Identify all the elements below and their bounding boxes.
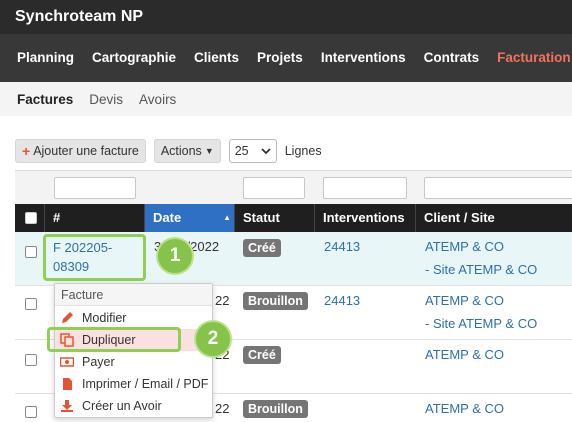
file-icon	[60, 377, 74, 391]
subnav-devis[interactable]: Devis	[89, 92, 123, 107]
step-marker-2: 2	[196, 322, 230, 356]
status-badge: Brouillon	[243, 292, 308, 310]
filter-number-input[interactable]	[54, 177, 136, 199]
toolbar: + Ajouter une facture Actions ▼ 25 Ligne…	[15, 139, 322, 163]
chevron-down-icon	[261, 148, 271, 155]
filter-client-input[interactable]	[424, 177, 572, 199]
site-link[interactable]: - Site ATEMP & CO	[425, 316, 537, 331]
plus-icon: +	[22, 143, 31, 159]
invoice-date: 22	[215, 293, 230, 308]
client-link[interactable]: ATEMP & CO	[425, 347, 504, 362]
add-invoice-button[interactable]: + Ajouter une facture	[15, 139, 146, 163]
nav-cartographie[interactable]: Cartographie	[83, 34, 185, 82]
menu-item-label: Créer un Avoir	[82, 399, 162, 413]
column-status[interactable]: Statut	[235, 204, 315, 232]
menu-item-payer[interactable]: Payer	[55, 351, 212, 373]
site-link[interactable]: - Site ATEMP & CO	[425, 262, 537, 277]
menu-item-imprimer[interactable]: Imprimer / Email / PDF	[55, 373, 212, 395]
actions-label: Actions	[160, 144, 202, 158]
nav-planning[interactable]: Planning	[8, 34, 83, 82]
client-link[interactable]: ATEMP & CO	[425, 293, 504, 308]
intervention-link[interactable]: 24413	[324, 239, 360, 254]
nav-interventions[interactable]: Interventions	[312, 34, 415, 82]
column-number[interactable]: #	[45, 204, 145, 232]
download-icon	[60, 399, 74, 413]
money-icon	[59, 355, 75, 369]
column-date[interactable]: Date ▲	[145, 204, 235, 232]
subnav-factures[interactable]: Factures	[17, 92, 73, 107]
menu-item-modifier[interactable]: Modifier	[55, 307, 212, 329]
sort-ascending-icon: ▲	[223, 213, 231, 222]
column-client-site[interactable]: Client / Site	[416, 204, 572, 232]
step-marker-1: 1	[158, 239, 192, 273]
nav-contrats[interactable]: Contrats	[415, 34, 489, 82]
pencil-icon	[60, 311, 74, 325]
table-header: # Date ▲ Statut Interventions Client / S…	[15, 204, 572, 232]
app-title[interactable]: Synchroteam NP	[15, 8, 143, 26]
add-invoice-label: Ajouter une facture	[33, 144, 139, 158]
status-badge: Créé	[243, 239, 281, 257]
invoice-date: 22	[215, 401, 230, 416]
rows-label: Lignes	[284, 144, 322, 158]
intervention-link[interactable]: 24413	[324, 293, 360, 308]
menu-item-label: Payer	[82, 355, 115, 369]
column-date-label: Date	[153, 210, 182, 225]
actions-dropdown[interactable]: Actions ▼	[153, 139, 221, 163]
caret-down-icon: ▼	[204, 146, 214, 156]
row-checkbox[interactable]	[25, 246, 37, 258]
filter-status-input[interactable]	[243, 177, 305, 199]
filter-interventions-input[interactable]	[323, 177, 407, 199]
rows-per-page-select[interactable]: 25	[228, 139, 277, 163]
row-checkbox[interactable]	[25, 354, 37, 366]
highlight-box-invoice-number	[43, 234, 146, 281]
menu-item-label: Modifier	[82, 311, 127, 325]
client-link[interactable]: ATEMP & CO	[425, 401, 504, 416]
context-menu-header: Facture	[55, 284, 212, 306]
subnav-avoirs[interactable]: Avoirs	[139, 92, 176, 107]
status-badge: Créé	[243, 346, 281, 364]
rows-per-page-value: 25	[234, 144, 249, 158]
nav-projets[interactable]: Projets	[248, 34, 312, 82]
select-all-cell	[15, 204, 45, 232]
row-checkbox[interactable]	[25, 298, 37, 310]
sub-nav: Factures Devis Avoirs	[0, 82, 572, 116]
nav-facturation[interactable]: Facturation	[488, 34, 572, 82]
filter-row	[15, 170, 572, 204]
main-nav: Planning Cartographie Clients Projets In…	[0, 34, 572, 82]
status-badge: Brouillon	[243, 400, 308, 418]
app-header: Synchroteam NP	[0, 0, 572, 34]
row-checkbox[interactable]	[25, 406, 37, 418]
select-all-checkbox[interactable]	[25, 212, 37, 224]
menu-item-label: Imprimer / Email / PDF	[82, 377, 209, 391]
client-link[interactable]: ATEMP & CO	[425, 239, 504, 254]
nav-clients[interactable]: Clients	[185, 34, 248, 82]
menu-item-creer-avoir[interactable]: Créer un Avoir	[55, 395, 212, 417]
column-interventions[interactable]: Interventions	[315, 204, 416, 232]
highlight-box-dupliquer	[47, 327, 181, 352]
